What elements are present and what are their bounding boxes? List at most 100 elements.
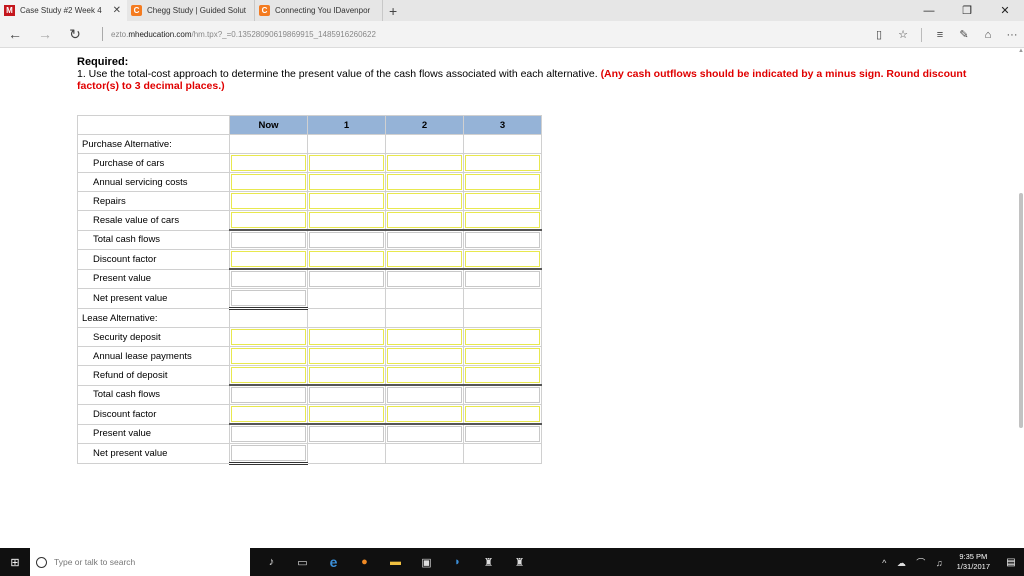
more-icon[interactable]: ··· xyxy=(1000,29,1024,41)
edge-browser-icon[interactable]: e xyxy=(318,548,349,576)
windows-start-icon[interactable]: ⊞ xyxy=(0,548,30,576)
input-cell[interactable] xyxy=(387,193,462,209)
input-cell[interactable] xyxy=(309,174,384,190)
app-icon[interactable]: ♜ xyxy=(504,548,535,576)
input-cell[interactable] xyxy=(309,251,384,267)
hub-icon[interactable]: ≡ xyxy=(928,29,952,41)
input-cell[interactable] xyxy=(231,290,306,306)
required-heading: Required: xyxy=(77,56,129,68)
notification-icon[interactable]: ▤ xyxy=(998,557,1024,568)
input-cell[interactable] xyxy=(387,174,462,190)
input-cell[interactable] xyxy=(465,174,540,190)
row-label: Security deposit xyxy=(77,327,230,347)
clock[interactable]: 9:35 PM 1/31/2017 xyxy=(957,552,990,572)
page-scrollbar[interactable]: ▲ xyxy=(1018,48,1024,548)
input-cell[interactable] xyxy=(465,251,540,267)
input-cell[interactable] xyxy=(231,232,306,248)
table-row: Resale value of cars xyxy=(77,210,542,231)
input-cell[interactable] xyxy=(465,232,540,248)
input-cell[interactable] xyxy=(309,367,384,383)
divider xyxy=(921,27,922,42)
input-cell[interactable] xyxy=(231,174,306,190)
input-cell[interactable] xyxy=(387,232,462,248)
web-note-icon[interactable]: ✎ xyxy=(952,28,976,41)
header-blank xyxy=(77,115,230,135)
tab-connecting-you[interactable]: C Connecting You IDavenpor xyxy=(255,0,383,21)
close-tab-icon[interactable]: ✕ xyxy=(113,5,121,16)
table-row: Annual lease payments xyxy=(77,346,542,366)
input-cell[interactable] xyxy=(309,387,384,403)
back-arrow-icon[interactable]: ← xyxy=(0,21,30,48)
input-cell[interactable] xyxy=(231,445,306,461)
input-cell[interactable] xyxy=(387,367,462,383)
input-cell[interactable] xyxy=(231,426,306,442)
input-cell[interactable] xyxy=(465,387,540,403)
input-cell[interactable] xyxy=(309,406,384,422)
tray-icons[interactable]: ^ ☁ ⌒ ♫ xyxy=(882,556,946,569)
input-cell[interactable] xyxy=(387,387,462,403)
input-cell[interactable] xyxy=(309,271,384,287)
input-cell[interactable] xyxy=(465,329,540,345)
input-cell[interactable] xyxy=(231,406,306,422)
taskbar-search-box[interactable]: Type or talk to search xyxy=(30,548,250,576)
input-cell[interactable] xyxy=(465,426,540,442)
input-cell[interactable] xyxy=(231,367,306,383)
row-label: Total cash flows xyxy=(77,384,230,405)
input-cell[interactable] xyxy=(309,348,384,364)
forward-arrow-icon[interactable]: → xyxy=(30,21,60,48)
scroll-up-arrow-icon[interactable]: ▲ xyxy=(1018,48,1024,54)
input-cell[interactable] xyxy=(387,271,462,287)
url-prefix: ezto. xyxy=(111,29,129,39)
input-cell[interactable] xyxy=(231,251,306,267)
input-cell[interactable] xyxy=(465,212,540,228)
media-player-icon[interactable]: ◗ xyxy=(442,548,473,576)
tab-chegg-study[interactable]: C Chegg Study | Guided Solut xyxy=(127,0,255,21)
input-cell[interactable] xyxy=(309,193,384,209)
input-cell[interactable] xyxy=(231,271,306,287)
share-icon[interactable]: ⌂ xyxy=(976,29,1000,41)
input-cell[interactable] xyxy=(465,367,540,383)
input-cell[interactable] xyxy=(387,348,462,364)
input-cell[interactable] xyxy=(387,329,462,345)
app-icon[interactable]: ♜ xyxy=(473,548,504,576)
input-cell[interactable] xyxy=(465,271,540,287)
minimize-button[interactable]: — xyxy=(910,0,948,21)
input-cell[interactable] xyxy=(231,212,306,228)
input-cell[interactable] xyxy=(465,155,540,171)
input-cell[interactable] xyxy=(387,251,462,267)
input-cell[interactable] xyxy=(309,212,384,228)
tab-case-study[interactable]: M Case Study #2 Week 4 ✕ xyxy=(0,0,127,21)
input-cell[interactable] xyxy=(309,329,384,345)
section-label: Purchase Alternative: xyxy=(77,134,230,154)
refresh-icon[interactable]: ↻ xyxy=(60,21,90,48)
input-cell[interactable] xyxy=(231,155,306,171)
url-field[interactable]: ezto. mheducation.com/hm.tpx?_=0.13528090… xyxy=(102,27,822,41)
input-cell[interactable] xyxy=(387,406,462,422)
firefox-icon[interactable]: ● xyxy=(349,548,380,576)
favorite-star-icon[interactable]: ☆ xyxy=(891,28,915,41)
restore-button[interactable]: ❐ xyxy=(948,0,986,21)
input-cell[interactable] xyxy=(309,426,384,442)
url-path: /hm.tpx?_=0.13528090619869915_1485916260… xyxy=(191,29,376,39)
input-cell[interactable] xyxy=(387,155,462,171)
scrollbar-thumb[interactable] xyxy=(1019,193,1023,428)
input-cell[interactable] xyxy=(465,348,540,364)
input-cell[interactable] xyxy=(387,426,462,442)
file-explorer-icon[interactable]: ▬ xyxy=(380,548,411,576)
input-cell[interactable] xyxy=(309,232,384,248)
input-cell[interactable] xyxy=(231,193,306,209)
input-cell[interactable] xyxy=(465,406,540,422)
store-icon[interactable]: ▣ xyxy=(411,548,442,576)
input-cell[interactable] xyxy=(387,212,462,228)
input-cell[interactable] xyxy=(309,155,384,171)
input-cell[interactable] xyxy=(231,348,306,364)
input-cell[interactable] xyxy=(231,329,306,345)
task-view-icon[interactable]: ▭ xyxy=(287,548,318,576)
microphone-icon[interactable]: ♪ xyxy=(256,548,287,576)
input-cell[interactable] xyxy=(465,193,540,209)
close-window-button[interactable]: ✕ xyxy=(986,0,1024,21)
reading-view-icon[interactable]: ▯ xyxy=(867,28,891,41)
input-cell[interactable] xyxy=(231,387,306,403)
row-label: Resale value of cars xyxy=(77,210,230,231)
new-tab-button[interactable]: + xyxy=(389,3,397,19)
